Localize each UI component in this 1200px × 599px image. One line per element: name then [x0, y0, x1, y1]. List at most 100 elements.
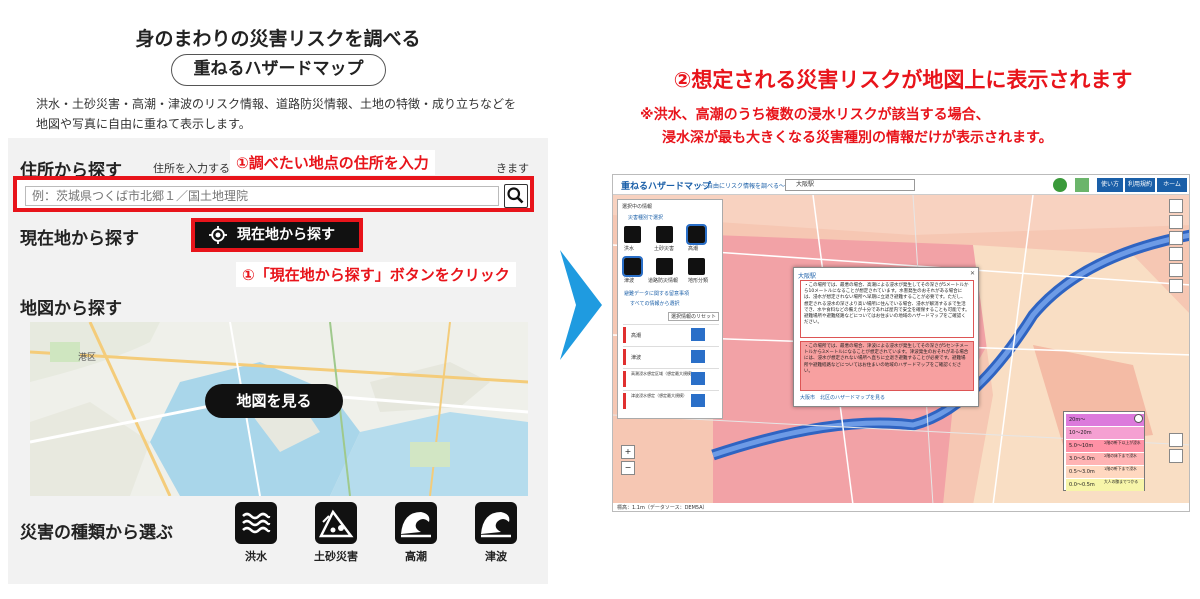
popup-storm-surge-text: ・この場所では、最悪の場合、高潮による浸水が発生してその深さが5メートルから10… [800, 280, 974, 338]
service-description: 洪水・土砂災害・高潮・津波のリスク情報、道路防災情報、土地の特徴・成り立ちなどを… [36, 97, 517, 131]
hazard-storm-surge[interactable]: 高潮 [386, 502, 446, 564]
search-icon [507, 187, 524, 204]
side-hazard-label-1: 土砂災害 [654, 246, 675, 252]
app-header: 重ねるハザードマップ ～自由にリスク情報を調べる～ 大阪駅 使い方 利用規約 ホ… [613, 175, 1189, 195]
selected-row-hide-button[interactable] [691, 394, 705, 407]
address-hint-prefix: 住所を入力する [153, 162, 230, 175]
result-note-line2: 浸水深が最も大きくなる災害種別の情報だけが表示されます。 [662, 130, 1053, 146]
current-location-heading: 現在地から探す [20, 229, 139, 249]
side-reset-button[interactable]: 選択情報のリセット [668, 312, 720, 321]
popup-close-icon[interactable]: ✕ [970, 270, 975, 277]
location-target-icon [209, 226, 227, 244]
side-notice-link[interactable]: 避難データに関する留意事項 [624, 290, 689, 297]
popup-local-hazard-map-link[interactable]: 大阪市 北区のハザードマップを見る [800, 394, 885, 401]
result-note-line1: ※洪水、高潮のうち複数の浸水リスクが該当する場合、 [640, 107, 990, 123]
side-road-icon[interactable] [656, 258, 673, 275]
gsi-logo-icon [1053, 178, 1067, 192]
selected-row-label: 高潮 [631, 333, 642, 339]
print-tool-icon[interactable] [1169, 263, 1183, 277]
selected-row-label: 津波浸水想定（想定最大規模） [631, 393, 687, 398]
side-hazard-label-3: 津波 [624, 278, 635, 284]
depth-legend: 20m～ 10～20m 5.0～10m 3.0～5.0m 0.5～3.0m 0.… [1063, 411, 1145, 491]
terms-button[interactable]: 利用規約 [1125, 178, 1155, 192]
hazard-tsunami[interactable]: 津波 [466, 502, 526, 564]
side-hazard-label-0: 洪水 [624, 246, 635, 252]
layer-tool-icon[interactable] [1169, 199, 1183, 213]
legend-row: 20m～ [1066, 414, 1144, 426]
left-panel: 身のまわりの災害リスクを調べる 重ねるハザードマップ 洪水・土砂災害・高潮・津波… [8, 0, 548, 599]
annotation-click-current-location: ①「現在地から探す」ボタンをクリック [236, 262, 516, 287]
side-tsunami-icon[interactable] [622, 256, 643, 277]
side-terrain-icon[interactable] [688, 258, 705, 275]
selected-row-label: 津波 [631, 355, 642, 361]
popup-tsunami-text: ・この場所では、最悪の場合、津波による浸水が発生してその深さが5センチメートルか… [800, 341, 974, 391]
hazard-flood-label: 洪水 [245, 550, 267, 563]
app-search-field[interactable]: 大阪駅 [785, 179, 915, 191]
tsunami-icon [475, 502, 517, 544]
side-hazard-label-2: 高潮 [688, 246, 699, 252]
zoom-in-button[interactable]: + [621, 445, 635, 459]
hazard-landslide-label: 土砂災害 [314, 550, 358, 563]
search-tool-icon[interactable] [1169, 215, 1183, 229]
legend-row: 10～20m [1066, 427, 1144, 439]
legend-close-icon[interactable] [1134, 414, 1143, 423]
hazard-landslide[interactable]: 土砂災害 [306, 502, 366, 564]
side-all-info-link[interactable]: すべての情報から選択 [630, 300, 679, 307]
hazard-type-select[interactable]: 災害種別で選択 [628, 214, 663, 221]
elevation-footer: 標高：1.1m（データソース：DEM5A） [613, 503, 1189, 511]
draw-tool-icon[interactable] [1169, 231, 1183, 245]
storm-surge-icon [395, 502, 437, 544]
page-title: 身のまわりの災害リスクを調べる [135, 28, 421, 50]
legend-note: 2階の軒下以上が浸水 [1104, 440, 1141, 445]
side-hazard-label-5: 地形分類 [688, 278, 709, 284]
landslide-icon [315, 502, 357, 544]
home-button[interactable]: ホーム [1157, 178, 1187, 192]
map-thumbnail[interactable]: 港区 地図を見る [30, 322, 528, 496]
selected-row-label: 高潮浸水想定区域（想定最大規模） [631, 371, 695, 376]
address-search-highlight [13, 176, 534, 212]
zoom-out-button[interactable]: − [621, 461, 635, 475]
hazard-type-heading: 災害の種類から選ぶ [20, 523, 173, 543]
map-search-heading: 地図から探す [20, 299, 122, 319]
current-location-highlight: 現在地から探す [191, 218, 363, 252]
result-title: ②想定される災害リスクが地図上に表示されます [673, 68, 1133, 92]
north-tool-icon[interactable] [1169, 449, 1183, 463]
how-to-use-button[interactable]: 使い方 [1097, 178, 1123, 192]
result-note: ※洪水、高潮のうち複数の浸水リスクが該当する場合、 浸水深が最も大きくなる災害種… [640, 104, 1180, 150]
search-button[interactable] [504, 184, 528, 208]
legend-note: 大人の膝までつかる [1104, 479, 1139, 484]
selected-row-hide-button[interactable] [691, 350, 705, 363]
search-options-panel: 住所から探す 住所を入力する きます ①調べたい地点の住所を入力 現在地から探す [8, 138, 548, 584]
selected-row-hide-button[interactable] [691, 328, 705, 341]
hazard-map-screenshot: 重ねるハザードマップ ～自由にリスク情報を調べる～ 大阪駅 使い方 利用規約 ホ… [612, 174, 1190, 512]
next-step-arrow-icon [560, 250, 602, 360]
current-location-button[interactable]: 現在地から探す [195, 222, 359, 248]
selected-row-hide-button[interactable] [691, 372, 705, 385]
side-landslide-icon[interactable] [656, 226, 673, 243]
share-tool-icon[interactable] [1169, 433, 1183, 447]
side-storm-surge-icon[interactable] [686, 224, 707, 245]
view-map-button[interactable]: 地図を見る [205, 384, 343, 418]
selected-row: 津波 [623, 346, 719, 366]
app-logo: 重ねるハザードマップ [621, 182, 712, 192]
hazard-tsunami-label: 津波 [485, 550, 507, 563]
hazard-flood[interactable]: 洪水 [226, 502, 286, 564]
address-search-input[interactable] [25, 186, 499, 206]
selected-info-panel: 選択中の情報 災害種別で選択 洪水 土砂災害 高潮 津波 道路防災情報 地形分類… [617, 199, 723, 419]
mlit-logo-icon [1075, 178, 1089, 192]
3d-tool-icon[interactable] [1169, 279, 1183, 293]
side-flood-icon[interactable] [624, 226, 641, 243]
pencil-tool-icon[interactable] [1169, 247, 1183, 261]
selected-row: 高潮 [623, 324, 719, 344]
legend-note: 1階の軒下まで浸水 [1104, 466, 1137, 471]
annotation-enter-address: ①調べたい地点の住所を入力 [230, 150, 435, 175]
map-label-ward: 港区 [78, 353, 97, 363]
selected-info-title: 選択中の情報 [622, 204, 653, 210]
selected-row: 津波浸水想定（想定最大規模） [623, 390, 719, 410]
popup-title: 大阪駅 [798, 273, 817, 280]
hazard-storm-surge-label: 高潮 [405, 550, 427, 563]
address-hint-suffix: きます [496, 162, 529, 175]
legend-note: 2階の床下まで浸水 [1104, 453, 1137, 458]
app-tagline: ～自由にリスク情報を調べる～ [701, 183, 786, 190]
current-location-button-label: 現在地から探す [237, 227, 335, 243]
